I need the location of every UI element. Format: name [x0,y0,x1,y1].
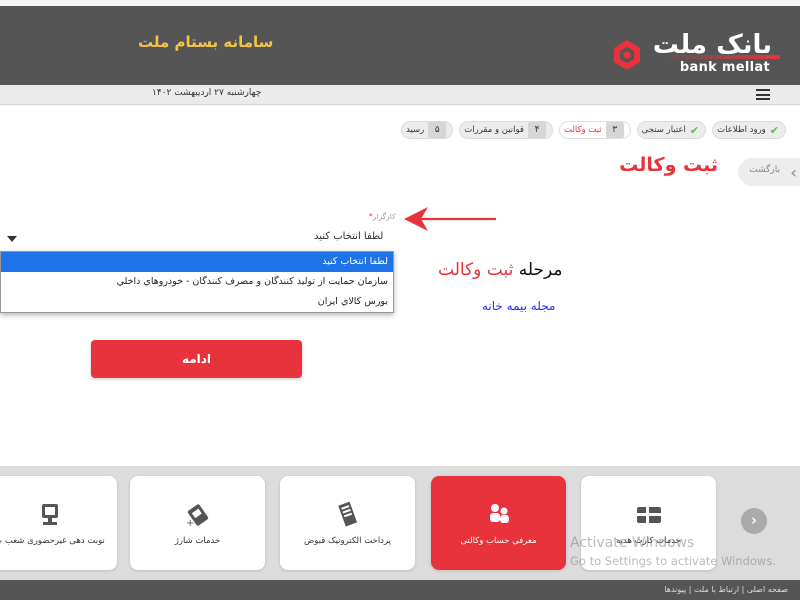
back-button-label[interactable]: بازگشت [749,165,780,175]
step-number: ۴ [528,122,546,138]
chevron-left-icon[interactable]: ‹ [790,163,797,182]
logo-swoosh [660,55,780,59]
step-number: ۳ [605,122,624,138]
footer-links[interactable]: صفحه اصلی | ارتباط با ملت | پیوندها [664,585,788,594]
annotation-source: مجله بیمه خانه [482,299,556,313]
step-1: ✔ ورود اطلاعات [712,121,786,139]
people-icon [489,504,509,523]
broker-field-label: *کارگزار [369,212,396,221]
gift-card-icon [636,507,661,523]
service-label: خدمات شارژ [174,536,221,546]
broker-select-value[interactable]: لطفا انتخاب کنید [314,231,383,242]
step-label: ثبت وکالت [564,125,602,135]
step-label: قوانین و مقررات [464,125,524,135]
bank-mellat-emblem-icon [614,40,640,70]
continue-button[interactable]: ادامه [91,340,302,378]
broker-dropdown-list[interactable]: لطفا انتخاب کنید سازمان حمایت از تولید ک… [0,251,394,313]
hamburger-menu-icon[interactable] [756,89,770,100]
system-title: سامانه بستام ملت [138,33,274,51]
windows-watermark-subtitle: Go to Settings to activate Windows. [570,554,776,568]
service-label: معرفی حساب وکالتی [460,536,537,546]
page-title: ثبت وکالت [619,154,718,176]
step-3: ۳ ثبت وکالت [559,121,631,139]
check-icon: ✔ [689,123,700,137]
site-footer: صفحه اصلی | ارتباط با ملت | پیوندها [0,580,800,600]
current-date: چهارشنبه ۲۷ اردیبهشت ۱۴۰۲ [152,88,262,98]
wizard-steps: ✔ ورود اطلاعات ✔ اعتبار سنجی ۳ ثبت وکالت… [400,121,786,139]
service-card-queue[interactable]: نوبت دهی غیرحضوری شعب ب [0,476,117,570]
step-5: ۵ رسید [400,121,454,139]
svg-text:+: + [186,518,194,528]
service-label: نوبت دهی غیرحضوری شعب ب [0,536,105,546]
step-label: رسید [405,125,425,135]
annotation-highlight: ثبت وکالت [438,260,514,280]
red-arrow-annotation-icon [404,207,496,231]
main-content: ✔ ورود اطلاعات ✔ اعتبار سنجی ۳ ثبت وکالت… [0,106,800,466]
sim-card-icon: + [186,504,208,528]
queue-icon [41,504,58,525]
bill-icon [337,502,357,527]
service-card-bills[interactable]: پرداخت الکترونیک قبوض [280,476,415,570]
dropdown-option[interactable]: بورس كالاي ايران [1,292,393,312]
carousel-next-chevron-icon[interactable]: › [741,508,767,534]
step-label: اعتبار سنجی [641,125,686,135]
dropdown-option[interactable]: لطفا انتخاب کنید [1,252,393,272]
step-label: ورود اطلاعات [717,125,766,135]
step-4: ۴ قوانین و مقررات [459,121,553,139]
caret-down-icon[interactable] [7,236,17,242]
check-icon: ✔ [769,123,779,137]
step-2: ✔ اعتبار سنجی [636,121,707,139]
service-label: پرداخت الکترونیک قبوض [303,536,392,546]
broker-label-text: کارگزار [372,212,396,221]
service-card-proxy-account[interactable]: معرفی حساب وکالتی [431,476,566,570]
windows-watermark-title: Activate Windows [570,535,695,551]
annotation-step: مرحله ثبت وکالت [438,260,562,280]
annotation-prefix: مرحله [513,260,563,280]
date-bar: چهارشنبه ۲۷ اردیبهشت ۱۴۰۲ [0,85,800,105]
services-strip: نوبت دهی غیرحضوری شعب ب + خدمات شارژ پرد… [0,466,800,580]
dropdown-option[interactable]: سازمان حمایت از تولید کنندگان و مصرف کنن… [1,272,393,292]
logo-text-en: bank mellat [679,60,770,75]
site-header: سامانه بستام ملت بانک ملت bank mellat [0,6,800,85]
step-number: ۵ [428,122,447,138]
service-card-charge[interactable]: + خدمات شارژ [130,476,265,570]
